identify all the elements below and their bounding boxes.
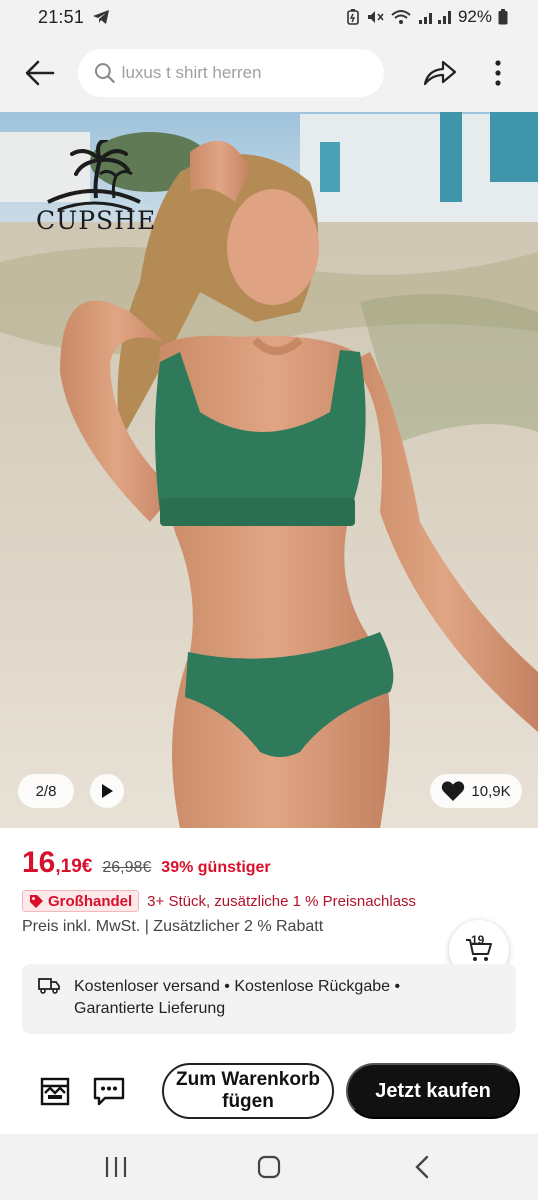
telegram-icon bbox=[92, 9, 110, 25]
chevron-left-icon bbox=[414, 1155, 428, 1179]
wifi-icon bbox=[390, 9, 412, 25]
chat-icon bbox=[93, 1077, 125, 1106]
battery-icon bbox=[498, 9, 508, 25]
image-page-indicator: 2/8 bbox=[18, 774, 74, 808]
battery-percent: 92% bbox=[457, 7, 492, 26]
recent-apps-icon bbox=[106, 1157, 127, 1177]
current-price: 16,19€ bbox=[22, 846, 92, 880]
like-count: 10,9K bbox=[471, 782, 511, 800]
mute-icon bbox=[366, 9, 384, 25]
price-decimal: ,19€ bbox=[55, 856, 93, 877]
status-time: 21:51 bbox=[38, 6, 85, 27]
add-to-cart-button[interactable]: Zum Warenkorb fügen bbox=[162, 1063, 334, 1119]
bottom-action-bar: Zum Warenkorb fügen Jetzt kaufen bbox=[0, 1048, 538, 1134]
recent-apps-button[interactable] bbox=[86, 1142, 146, 1192]
play-video-button[interactable] bbox=[90, 774, 124, 808]
shipping-line-2: Garantierte Lieferung bbox=[74, 1000, 226, 1017]
wholesale-badge-label: Großhandel bbox=[48, 892, 133, 910]
truck-icon bbox=[38, 978, 60, 994]
battery-saver-icon bbox=[346, 9, 360, 25]
shipping-line-1: Kostenloser versand • Kostenlose Rückgab… bbox=[74, 978, 401, 995]
share-icon bbox=[423, 60, 457, 86]
home-button[interactable] bbox=[239, 1142, 299, 1192]
store-icon bbox=[40, 1077, 70, 1106]
add-to-cart-label-line1: Zum Warenkorb bbox=[176, 1069, 320, 1090]
price-integer: 16 bbox=[22, 846, 56, 879]
tax-info: Preis inkl. MwSt. | Zusätzlicher 2 % Rab… bbox=[22, 918, 324, 935]
back-button[interactable] bbox=[18, 51, 62, 95]
price-row: 16,19€ 26,98€ 39% günstiger bbox=[22, 846, 271, 880]
signal-icon bbox=[418, 9, 452, 25]
chat-button[interactable] bbox=[82, 1064, 136, 1118]
wholesale-text: 3+ Stück, zusätzliche 1 % Preisnachlass bbox=[147, 892, 417, 910]
heart-icon bbox=[442, 781, 465, 801]
back-arrow-icon bbox=[25, 60, 55, 86]
shipping-info-card[interactable]: Kostenloser versand • Kostenlose Rückgab… bbox=[22, 964, 516, 1034]
original-price: 26,98€ bbox=[102, 859, 152, 876]
cart-count: 19 bbox=[471, 933, 485, 947]
top-nav bbox=[0, 34, 538, 112]
search-icon bbox=[94, 63, 115, 83]
price-section: 16,19€ 26,98€ 39% günstiger Großhandel 3… bbox=[0, 828, 538, 1048]
tag-icon bbox=[30, 894, 43, 908]
wholesale-row[interactable]: Großhandel 3+ Stück, zusätzliche 1 % Pre… bbox=[22, 890, 416, 912]
status-bar: 21:51 92% bbox=[0, 0, 538, 34]
like-button[interactable]: 10,9K bbox=[430, 774, 522, 808]
share-button[interactable] bbox=[418, 51, 462, 95]
product-image-gallery[interactable]: CUPSHE 2/8 10,9K bbox=[0, 112, 538, 828]
search-box[interactable] bbox=[78, 49, 384, 97]
brand-logo-text: CUPSHE bbox=[36, 206, 157, 235]
discount-label: 39% günstiger bbox=[161, 859, 271, 876]
more-vertical-icon bbox=[495, 60, 501, 86]
system-back-button[interactable] bbox=[392, 1142, 452, 1192]
more-options-button[interactable] bbox=[476, 51, 520, 95]
add-to-cart-label-line2: fügen bbox=[222, 1091, 274, 1112]
buy-now-button[interactable]: Jetzt kaufen bbox=[346, 1063, 520, 1119]
play-icon bbox=[102, 784, 113, 798]
store-button[interactable] bbox=[28, 1064, 82, 1118]
home-icon bbox=[257, 1155, 281, 1179]
system-nav-bar bbox=[0, 1134, 538, 1200]
search-input[interactable] bbox=[121, 63, 368, 83]
wholesale-badge: Großhandel bbox=[22, 890, 140, 912]
